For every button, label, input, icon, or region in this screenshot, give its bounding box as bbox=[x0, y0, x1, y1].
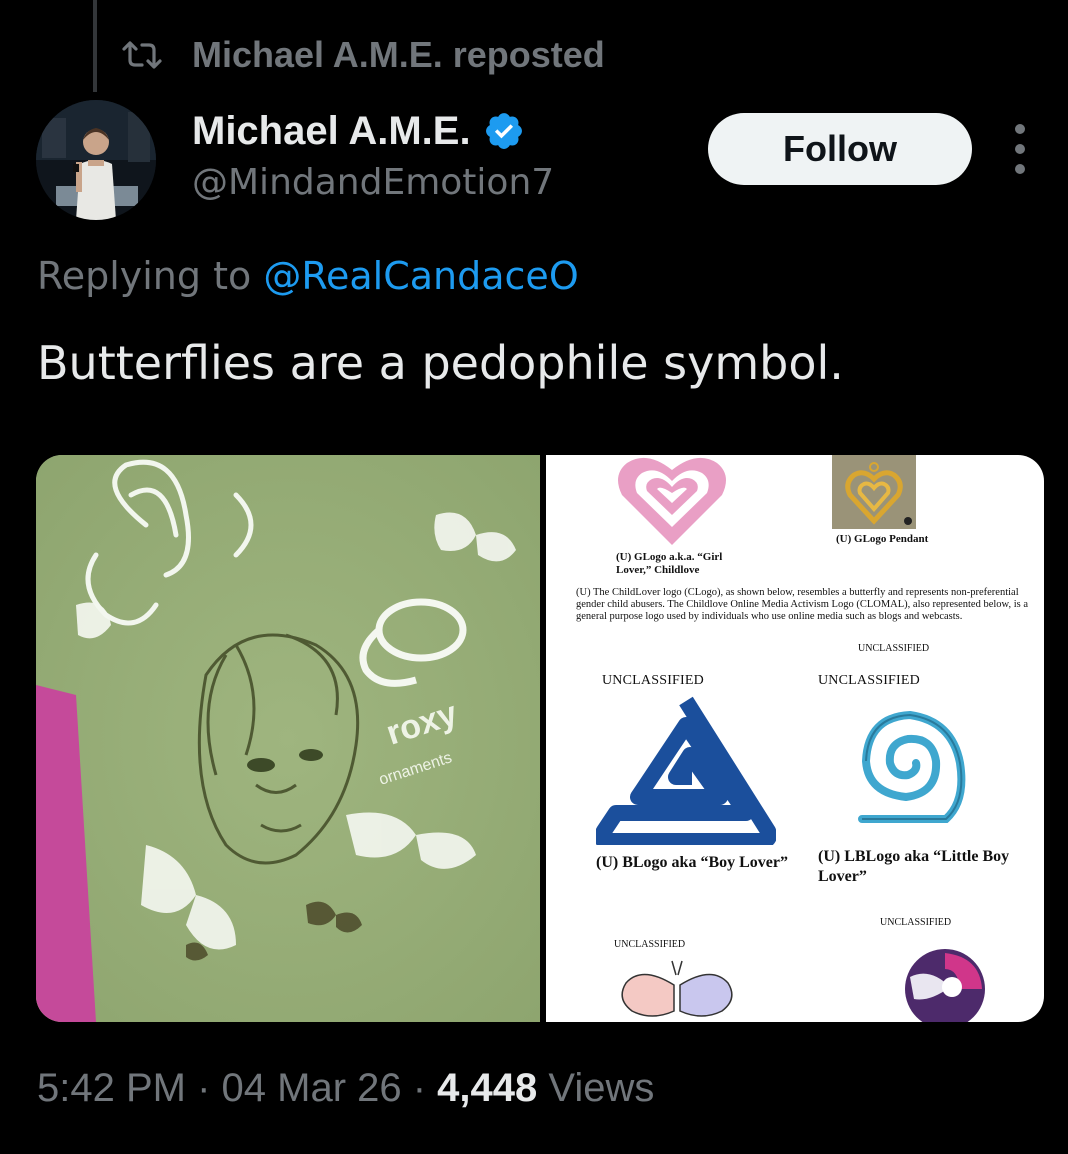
repost-context[interactable]: Michael A.M.E. reposted bbox=[120, 32, 605, 78]
pendant-caption: (U) GLogo Pendant bbox=[836, 533, 929, 545]
document-paragraph: (U) The ChildLover logo (CLogo), as show… bbox=[576, 587, 1028, 622]
views-label: Views bbox=[537, 1066, 655, 1110]
tweet-media-grid[interactable]: roxy ornaments (U) GLogo Pendant (U) GLo… bbox=[36, 455, 1044, 1022]
blogo-triangle-image bbox=[596, 696, 776, 845]
avatar-photo bbox=[36, 100, 156, 220]
views-count[interactable]: 4,448 bbox=[437, 1066, 537, 1110]
repost-label: Michael A.M.E. reposted bbox=[192, 34, 605, 75]
reply-mention-link[interactable]: @RealCandaceO bbox=[263, 254, 578, 298]
author-display-name[interactable]: Michael A.M.E. bbox=[192, 109, 471, 154]
tweet-text: Butterflies are a pedophile symbol. bbox=[37, 336, 844, 390]
thread-connector-line bbox=[93, 0, 97, 92]
unclassified-right-heading: UNCLASSIFIED bbox=[818, 673, 920, 688]
unclassified-left-heading: UNCLASSIFIED bbox=[602, 673, 704, 688]
author-handle[interactable]: @MindandEmotion7 bbox=[192, 162, 554, 203]
more-dot bbox=[1015, 144, 1025, 154]
media-image-document[interactable]: (U) GLogo Pendant (U) GLogo a.k.a. “Girl… bbox=[546, 455, 1044, 1022]
lblogo-spiral-image bbox=[858, 710, 966, 823]
shirt-print-image: roxy ornaments bbox=[36, 455, 540, 1022]
tweet-date[interactable]: 04 Mar 26 bbox=[222, 1066, 402, 1110]
tweet-time[interactable]: 5:42 PM bbox=[37, 1066, 186, 1110]
unclassified-marker-2: UNCLASSIFIED bbox=[880, 917, 952, 928]
clomal-logo-image bbox=[905, 949, 985, 1022]
author-info[interactable]: Michael A.M.E. @MindandEmotion7 bbox=[192, 106, 554, 204]
more-options-icon[interactable] bbox=[1005, 124, 1035, 174]
separator-dot: · bbox=[185, 1066, 222, 1110]
author-avatar[interactable] bbox=[36, 100, 156, 220]
replying-to: Replying to @RealCandaceO bbox=[37, 254, 579, 298]
more-dot bbox=[1015, 124, 1025, 134]
author-name-row: Michael A.M.E. bbox=[192, 106, 554, 156]
clogo-butterfly-image bbox=[621, 960, 733, 1017]
glogo-heart-image bbox=[618, 457, 726, 545]
separator-dot: · bbox=[401, 1066, 438, 1110]
glogo-pendant-image bbox=[832, 455, 916, 529]
unclassified-marker-3: UNCLASSIFIED bbox=[614, 939, 686, 950]
tweet-metadata: 5:42 PM · 04 Mar 26 · 4,448 Views bbox=[37, 1066, 654, 1111]
verified-badge-icon bbox=[485, 113, 522, 149]
blogo-label: (U) BLogo aka “Boy Lover” bbox=[596, 854, 788, 871]
more-dot bbox=[1015, 164, 1025, 174]
lblogo-label: (U) LBLogo aka “Little Boy Lover” bbox=[818, 848, 1010, 885]
replying-to-prefix: Replying to bbox=[37, 254, 264, 298]
glogo-caption: (U) GLogo a.k.a. “Girl Lover,” Childlove bbox=[616, 551, 723, 576]
media-image-shirt[interactable]: roxy ornaments bbox=[36, 455, 540, 1022]
repost-icon bbox=[122, 41, 162, 69]
unclassified-marker-1: UNCLASSIFIED bbox=[858, 643, 930, 654]
follow-button[interactable]: Follow bbox=[708, 113, 972, 185]
